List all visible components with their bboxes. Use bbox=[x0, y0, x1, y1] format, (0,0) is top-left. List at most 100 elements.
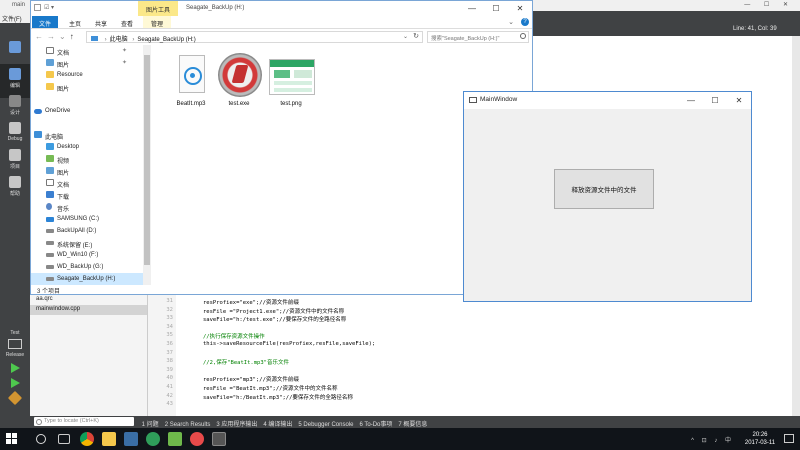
app-icon-5[interactable] bbox=[212, 432, 226, 446]
nav-pane-scrollbar[interactable] bbox=[143, 45, 151, 285]
file-item-mp3[interactable]: BeatIt.mp3 bbox=[167, 51, 215, 107]
ribbon-tab-view[interactable]: 查看 bbox=[113, 16, 141, 28]
qt-menubar: 文件(F) bbox=[0, 11, 30, 23]
qt-window-title: main bbox=[12, 2, 26, 8]
minimize-icon[interactable]: — bbox=[679, 92, 703, 109]
open-document-item[interactable]: mainwindow.cpp bbox=[30, 305, 147, 315]
output-pane-tab[interactable]: 6 To-Do事项 bbox=[359, 419, 392, 428]
nav-item[interactable]: 系统保留 (E:) bbox=[31, 237, 151, 249]
winDrive-icon bbox=[46, 217, 54, 222]
editor-scrollbar[interactable] bbox=[792, 36, 800, 416]
app-icon-2[interactable] bbox=[146, 432, 160, 446]
search-box[interactable]: 搜索"Seagate_BackUp (H:)" bbox=[427, 31, 529, 43]
locator-input[interactable]: Type to locate (Ctrl+K) bbox=[34, 417, 134, 426]
mode-help[interactable]: 帮助 bbox=[0, 172, 30, 206]
minimize-icon[interactable]: — bbox=[460, 1, 484, 16]
ribbon-expand-icon[interactable]: ⌄ bbox=[508, 18, 514, 26]
picture-tools-tab[interactable]: 图片工具 bbox=[138, 1, 178, 16]
file-item-png[interactable]: test.png bbox=[267, 51, 315, 107]
notification-icon[interactable] bbox=[784, 434, 794, 443]
ribbon-tab-manage[interactable]: 管理 bbox=[143, 16, 171, 28]
output-pane-tab[interactable]: 4 编译输出 bbox=[263, 419, 292, 428]
nav-item[interactable]: Desktop bbox=[31, 141, 151, 153]
qat-items[interactable]: ☑ ▾ bbox=[44, 5, 54, 11]
nav-item[interactable]: 图片 ✦ bbox=[31, 57, 151, 69]
line-number: 36 bbox=[166, 340, 173, 347]
help-icon bbox=[9, 176, 21, 188]
app-icon-1[interactable] bbox=[124, 432, 138, 446]
ribbon-tab-file[interactable]: 文件 bbox=[32, 16, 58, 28]
address-dropdown-icon[interactable]: ⌄ bbox=[403, 33, 408, 40]
breadcrumb-drive[interactable]: Seagate_BackUp (H:) bbox=[137, 37, 195, 43]
maximize-icon[interactable]: ☐ bbox=[484, 1, 508, 16]
nav-item[interactable]: 文档 bbox=[31, 177, 151, 189]
refresh-icon[interactable]: ↻ bbox=[413, 32, 419, 40]
status-bar: 3 个项目 bbox=[31, 285, 532, 295]
nav-item[interactable]: 音乐 bbox=[31, 201, 151, 213]
clock[interactable]: 20:26 2017-03-11 bbox=[740, 431, 780, 447]
ribbon-tab-home[interactable]: 主页 bbox=[61, 16, 89, 28]
download-icon bbox=[46, 191, 54, 198]
nav-item[interactable]: Seagate_BackUp (H:) bbox=[31, 273, 151, 285]
up-icon[interactable]: ↑ bbox=[70, 32, 78, 41]
explorer-title: Seagate_BackUp (H:) bbox=[186, 5, 245, 11]
debug-run-icon[interactable] bbox=[10, 378, 20, 388]
nav-item[interactable]: OneDrive bbox=[31, 105, 151, 117]
monitor-icon[interactable] bbox=[8, 339, 22, 349]
output-pane-tab[interactable]: 3 应用程序输出 bbox=[216, 419, 257, 428]
chrome-icon[interactable] bbox=[80, 432, 94, 446]
output-pane-tab[interactable]: 1 问题 bbox=[142, 419, 159, 428]
app-window-icon bbox=[469, 97, 477, 103]
run-icon[interactable] bbox=[10, 363, 20, 373]
help-icon[interactable]: ? bbox=[521, 18, 529, 26]
quick-access-toolbar[interactable]: ☑ ▾ bbox=[34, 4, 54, 11]
address-bar[interactable]: › 此电脑 › Seagate_BackUp (H:) ⌄ ↻ bbox=[86, 31, 423, 43]
ribbon-tab-share[interactable]: 共享 bbox=[87, 16, 115, 28]
nav-item[interactable]: 此电脑 bbox=[31, 129, 151, 141]
nav-item[interactable]: Resource bbox=[31, 69, 151, 81]
maximize-icon[interactable]: ☐ bbox=[703, 92, 727, 109]
breadcrumb-this-pc[interactable]: 此电脑 bbox=[110, 37, 128, 43]
design-icon bbox=[9, 95, 21, 107]
recent-icon[interactable]: ⌄ bbox=[59, 32, 70, 41]
open-document-item[interactable]: aa.qrc bbox=[30, 295, 147, 305]
run-controls: Test Release bbox=[0, 330, 30, 416]
build-hammer-icon[interactable] bbox=[7, 390, 23, 406]
nav-item[interactable]: 文档 ✦ bbox=[31, 45, 151, 57]
pc-icon bbox=[34, 131, 42, 138]
nav-item-label: BackUpAll (D:) bbox=[57, 228, 97, 234]
forward-icon[interactable]: → bbox=[47, 32, 59, 41]
mode-label: 项目 bbox=[9, 164, 20, 170]
main-window-controls: — ☐ ✕ bbox=[679, 92, 751, 109]
nav-item[interactable]: 图片 bbox=[31, 165, 151, 177]
drive-icon bbox=[46, 265, 54, 269]
search-icon[interactable] bbox=[36, 434, 46, 444]
start-button[interactable] bbox=[6, 433, 18, 445]
nav-item[interactable]: WD_BackUp (G:) bbox=[31, 261, 151, 273]
line-numbers: 31 32 33 34 35 36 37 38 39 40 41 42 43 bbox=[158, 295, 176, 416]
task-view-icon[interactable] bbox=[58, 434, 70, 444]
nav-item[interactable]: SAMSUNG (C:) bbox=[31, 213, 151, 225]
qt-window-controls[interactable]: — ☐ ✕ bbox=[744, 1, 794, 8]
app-icon-3[interactable] bbox=[168, 432, 182, 446]
app-icon-4[interactable] bbox=[190, 432, 204, 446]
code-editor[interactable]: resProfiex="exe";//资源文件前缀 resFile ="Proje… bbox=[176, 295, 533, 416]
line-number: 37 bbox=[166, 349, 173, 356]
nav-item[interactable]: 视频 bbox=[31, 153, 151, 165]
cloud-icon bbox=[34, 109, 42, 114]
nav-item[interactable]: WD_Win10 (F:) bbox=[31, 249, 151, 261]
file-explorer-icon[interactable] bbox=[102, 432, 116, 446]
close-icon[interactable]: ✕ bbox=[508, 1, 532, 16]
output-pane-tab[interactable]: 7 概要信息 bbox=[398, 419, 427, 428]
file-item-exe[interactable]: test.exe bbox=[215, 51, 263, 107]
back-icon[interactable]: ← bbox=[35, 32, 47, 41]
tray-icons[interactable]: ^ ⊡ ♪ 中 bbox=[691, 435, 734, 444]
nav-item[interactable]: BackUpAll (D:) bbox=[31, 225, 151, 237]
pin-icon: ✦ bbox=[121, 60, 127, 66]
explorer-titlebar: ☑ ▾ 图片工具 Seagate_BackUp (H:) — ☐ ✕ bbox=[31, 1, 532, 16]
close-icon[interactable]: ✕ bbox=[727, 92, 751, 109]
extract-resource-files-button[interactable]: 释放资源文件中的文件 bbox=[554, 169, 654, 209]
nav-item[interactable]: 图片 bbox=[31, 81, 151, 93]
nav-item[interactable]: 下载 bbox=[31, 189, 151, 201]
